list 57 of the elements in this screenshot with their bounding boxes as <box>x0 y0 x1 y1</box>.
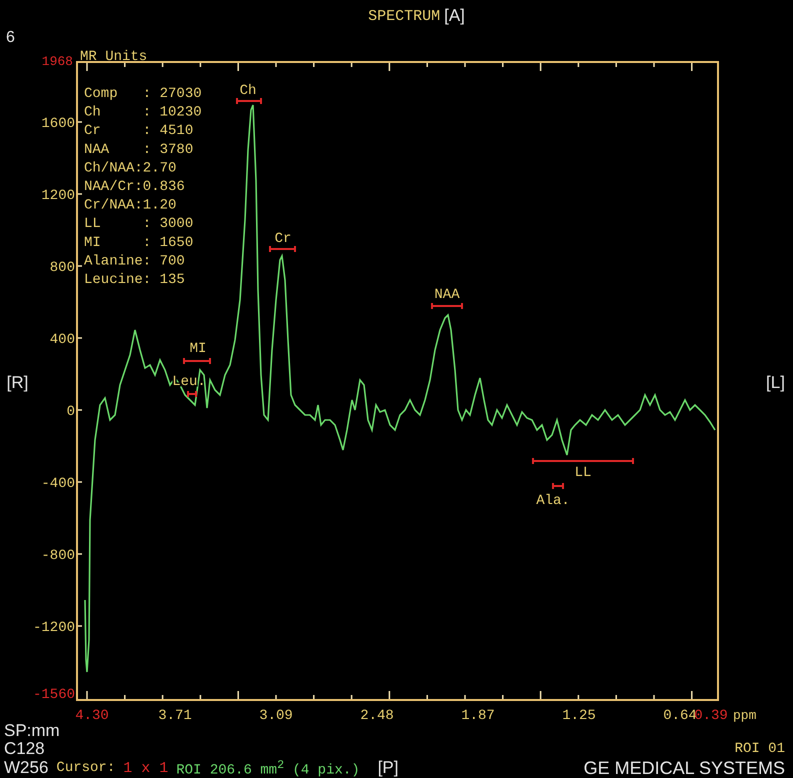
axis-tick-label: 3.71 <box>158 708 192 722</box>
roi-info: ROI 206.6 mm$^{2}$ (4 pix.) <box>176 758 360 778</box>
roi-name: ROI 01 <box>734 741 785 757</box>
peak-label: Ala. <box>536 493 570 509</box>
metric-text: Ch/NAA:2.70 <box>84 160 176 176</box>
axis-tick-label: 800 <box>50 260 75 276</box>
peak-range-marker <box>552 483 564 489</box>
manufacturer-label: GE MEDICAL SYSTEMS <box>584 758 785 778</box>
peak-label: Cr <box>274 231 292 247</box>
peak-label: LL <box>574 465 592 481</box>
metric-text: NAA/Cr:0.836 <box>84 179 185 195</box>
peak-label: Ch <box>240 83 256 99</box>
axis-tick-label: -1200 <box>35 620 75 636</box>
axis-min-label: -1560 <box>35 687 75 703</box>
peak-range-marker <box>183 358 211 364</box>
axis-max-label: 1968 <box>42 54 73 69</box>
axis-tick-label: 1600 <box>41 116 75 132</box>
peak-label: NAA <box>434 287 460 303</box>
axis-tick-label: 0 <box>66 404 75 420</box>
spectrum-title: SPECTRUM <box>368 8 440 24</box>
width-label: W256 <box>4 758 48 778</box>
spacing-label: SP:mm <box>4 721 60 741</box>
axis-tick-label: 0.64 <box>663 708 697 722</box>
axis-tick-label: 3.09 <box>259 708 293 722</box>
cursor-label: Cursor: <box>56 760 116 776</box>
metric-text: Ch : 10230 <box>84 104 202 121</box>
peak-range-marker <box>187 391 197 397</box>
metric-text: Cr/NAA:1.20 <box>84 198 176 214</box>
axis-tick-label: -400 <box>41 476 75 492</box>
metric-text: NAA : 3780 <box>84 142 194 158</box>
orientation-label: [A] <box>444 6 465 26</box>
series-number: 6 <box>6 29 15 47</box>
peak-range-marker <box>431 303 463 309</box>
metric-text: Cr : 4510 <box>84 123 194 140</box>
axis-tick-label: 1.87 <box>461 708 495 722</box>
axis-tick-label: -800 <box>41 548 75 564</box>
peak-label: MI <box>190 341 206 357</box>
metric-text: Leucine: 135 <box>84 272 185 288</box>
metric-text: MI : 1650 <box>84 234 194 251</box>
axis-tick-label: 1200 <box>41 188 75 204</box>
cursor-size: 1 x 1 <box>123 760 168 776</box>
orientation-label: [R] <box>6 373 28 393</box>
axis-unit-label: ppm <box>733 708 756 722</box>
axis-start-label: 4.30 <box>75 708 109 722</box>
orientation-label: [P] <box>378 758 398 778</box>
metric-text: LL : 3000 <box>84 216 194 232</box>
axis-unit-label: MR Units <box>80 49 148 65</box>
metric-text: Comp : 27030 <box>84 86 202 102</box>
axis-end-label: 0.39 <box>694 708 728 722</box>
peak-range-marker <box>236 98 262 104</box>
axis-tick-label: 2.48 <box>360 708 394 722</box>
axis-tick-label: 1.25 <box>562 708 596 722</box>
metric-text: Alanine: 700 <box>84 253 185 270</box>
peak-range-marker <box>269 246 296 252</box>
orientation-label: [L] <box>766 373 785 393</box>
axis-tick-label: 400 <box>50 332 75 348</box>
center-label: C128 <box>4 739 45 759</box>
